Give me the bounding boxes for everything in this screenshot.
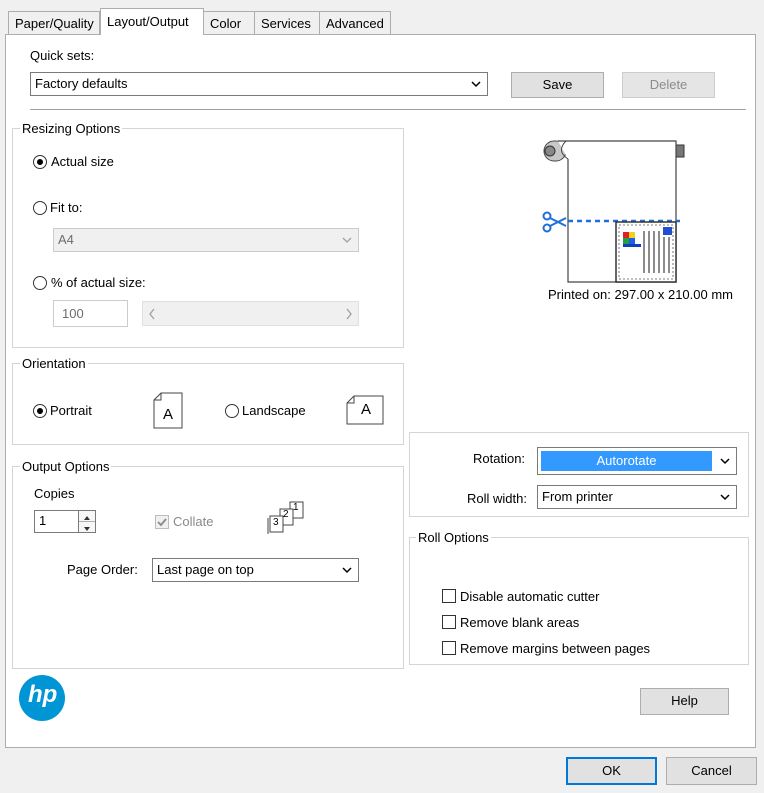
collate-checkbox[interactable] [155,515,169,529]
actual-size-label[interactable]: Actual size [51,154,114,169]
output-options-title: Output Options [20,459,112,474]
percent-size-radio[interactable] [33,276,47,290]
quick-sets-label: Quick sets: [30,48,95,63]
printed-on-text: Printed on: 297.00 x 210.00 mm [548,287,734,302]
landscape-page-icon: A [346,395,384,425]
tab-services[interactable]: Services [254,11,320,34]
chevron-right-icon[interactable] [344,306,354,325]
copies-spinner[interactable] [78,510,96,533]
fit-to-value: A4 [58,232,74,247]
roll-width-value: From printer [542,489,613,504]
chevron-down-icon [342,229,352,259]
percent-size-slider[interactable] [142,301,359,326]
scissors-icon [542,211,568,236]
roll-preview-image [538,127,698,287]
tab-layout-output[interactable]: Layout/Output [100,8,204,35]
chevron-left-icon[interactable] [147,306,157,325]
remove-margins-label[interactable]: Remove margins between pages [460,641,650,656]
percent-size-label[interactable]: % of actual size: [51,275,146,290]
help-button[interactable]: Help [640,688,729,715]
remove-margins-checkbox[interactable] [442,641,456,655]
page-stack-number: 1 [293,502,299,513]
page-stack-number: 2 [283,509,289,520]
page-order-value: Last page on top [157,562,254,577]
remove-blank-areas-checkbox[interactable] [442,615,456,629]
portrait-page-icon: A [153,392,183,429]
disable-cutter-checkbox[interactable] [442,589,456,603]
tab-panel-layout-output: Quick sets: Factory defaults Save Delete… [5,34,756,748]
quick-sets-value: Factory defaults [35,76,128,91]
fit-to-radio[interactable] [33,201,47,215]
percent-size-input[interactable]: 100 [53,300,128,327]
chevron-down-icon [720,486,730,516]
hp-logo-text: hp [28,681,58,708]
collate-label[interactable]: Collate [173,514,213,529]
page-order-dropdown[interactable]: Last page on top [152,558,359,582]
orientation-title: Orientation [20,356,88,371]
page-stack-number: 3 [273,517,279,528]
rotation-label: Rotation: [473,451,526,466]
tab-advanced[interactable]: Advanced [319,11,391,34]
portrait-radio[interactable] [33,404,47,418]
page-order-label: Page Order: [67,562,138,577]
copies-label: Copies [34,486,75,501]
chevron-down-icon [342,559,352,589]
tab-color[interactable]: Color [203,11,255,34]
rotation-value: Autorotate [541,451,712,471]
spinner-down-icon[interactable] [79,522,95,532]
chevron-down-icon [471,73,481,103]
tab-paper-quality[interactable]: Paper/Quality [8,11,100,34]
roll-options-title: Roll Options [416,530,491,545]
copies-input[interactable]: 1 [34,510,80,533]
quick-sets-dropdown[interactable]: Factory defaults [30,72,488,96]
fit-to-dropdown[interactable]: A4 [53,228,359,252]
hp-logo: hp [19,675,65,721]
resizing-options-title: Resizing Options [20,121,123,136]
chevron-down-icon [720,450,730,480]
cancel-button[interactable]: Cancel [666,757,757,785]
rotation-dropdown[interactable]: Autorotate [537,447,737,475]
roll-width-dropdown[interactable]: From printer [537,485,737,509]
actual-size-radio[interactable] [33,155,47,169]
delete-button[interactable]: Delete [622,72,715,98]
remove-blank-areas-label[interactable]: Remove blank areas [460,615,579,630]
landscape-page-letter: A [361,401,372,418]
ok-button[interactable]: OK [566,757,657,785]
disable-cutter-label[interactable]: Disable automatic cutter [460,589,599,604]
landscape-radio[interactable] [225,404,239,418]
save-button[interactable]: Save [511,72,604,98]
fit-to-label[interactable]: Fit to: [50,200,83,215]
page-stack-icon: 1 2 3 [266,500,308,536]
spinner-up-icon[interactable] [79,511,95,522]
portrait-page-letter: A [163,406,174,423]
portrait-label[interactable]: Portrait [50,403,92,418]
landscape-label[interactable]: Landscape [242,403,306,418]
separator-line [30,109,746,110]
roll-width-label: Roll width: [467,491,527,506]
